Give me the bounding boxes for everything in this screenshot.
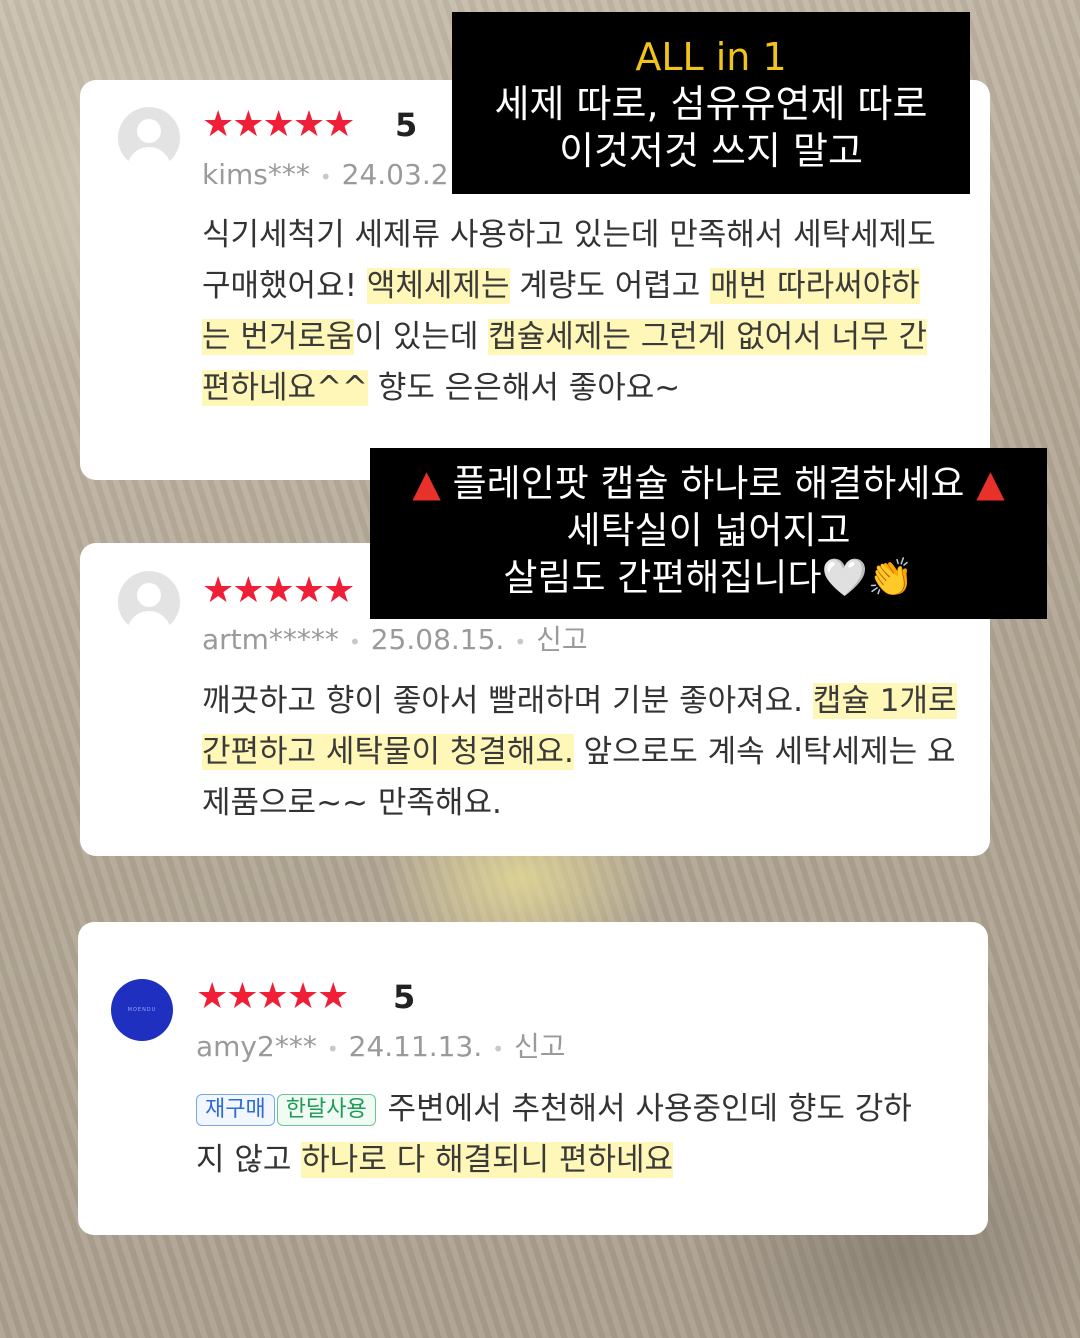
report-link[interactable]: 신고 <box>536 623 588 656</box>
tag-one-month-use: 한달사용 <box>276 1094 376 1126</box>
avatar <box>118 571 180 633</box>
tag-repurchase: 재구매 <box>196 1094 275 1126</box>
banner-line: 살림도 간편해집니다🤍👏 <box>503 556 914 599</box>
clapping-hands-icon: 👏 <box>867 556 914 599</box>
banner-line: 이것저것 쓰지 말고 <box>559 129 863 173</box>
banner-line: ▲ 플레인팟 캡슐 하나로 해결하세요 ▲ <box>412 462 1005 505</box>
banner-middle: ▲ 플레인팟 캡슐 하나로 해결하세요 ▲ 세탁실이 넓어지고 살림도 간편해집… <box>370 448 1047 619</box>
banner-line: 세탁실이 넓어지고 <box>566 509 851 552</box>
review-text: 깨끗하고 향이 좋아서 빨래하며 기분 좋아져요. 캡슐 1개로 간편하고 세탁… <box>202 683 957 821</box>
review-date: 25.08.15. <box>370 623 505 656</box>
triangle-up-icon: ▲ <box>976 462 1005 505</box>
review-meta: artm***** • 25.08.15. • 신고 <box>202 623 588 656</box>
review-meta: amy2*** • 24.11.13. • 신고 <box>196 1030 566 1063</box>
banner-title: ALL in 1 <box>635 35 787 79</box>
username: artm***** <box>202 623 339 656</box>
rating-score: 5 <box>395 106 418 144</box>
avatar: MOENDU <box>111 979 173 1041</box>
star-rating: ★★★★★ <box>202 104 355 145</box>
username: amy2*** <box>196 1030 317 1063</box>
review-card: MOENDU ★★★★★ 5 amy2*** • 24.11.13. • 신고 재구매 한… <box>78 922 988 1235</box>
rating-score: 5 <box>393 978 416 1016</box>
white-heart-icon: 🤍 <box>821 556 868 599</box>
banner-line: 세제 따로, 섬유유연제 따로 <box>494 82 928 126</box>
review-date: 24.03.2 <box>341 158 449 191</box>
username: kims*** <box>202 158 310 191</box>
triangle-up-icon: ▲ <box>412 462 441 505</box>
banner-top: ALL in 1 세제 따로, 섬유유연제 따로 이것저것 쓰지 말고 <box>452 12 970 194</box>
report-link[interactable]: 신고 <box>514 1030 566 1063</box>
review-text: 식기세척기 세제류 사용하고 있는데 만족해서 세탁세제도 구매했어요! 액체세… <box>202 217 936 406</box>
star-rating: ★★★★★ <box>202 570 355 611</box>
avatar <box>118 107 180 169</box>
avatar-logo-text: MOENDU <box>127 1007 157 1013</box>
star-rating: ★★★★★ <box>196 976 349 1017</box>
review-text: 재구매 한달사용 주변에서 추천해서 사용중인데 향도 강하지 않고 하나로 다 … <box>196 1091 912 1178</box>
review-meta: kims*** • 24.03.2 <box>202 158 449 191</box>
review-date: 24.11.13. <box>348 1030 483 1063</box>
